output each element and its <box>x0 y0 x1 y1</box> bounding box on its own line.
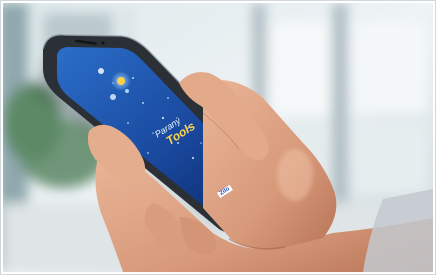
app-orb-icon <box>117 77 125 85</box>
photo: Paraný Tools Zilo <box>3 3 433 272</box>
photo-illustration <box>3 3 433 272</box>
